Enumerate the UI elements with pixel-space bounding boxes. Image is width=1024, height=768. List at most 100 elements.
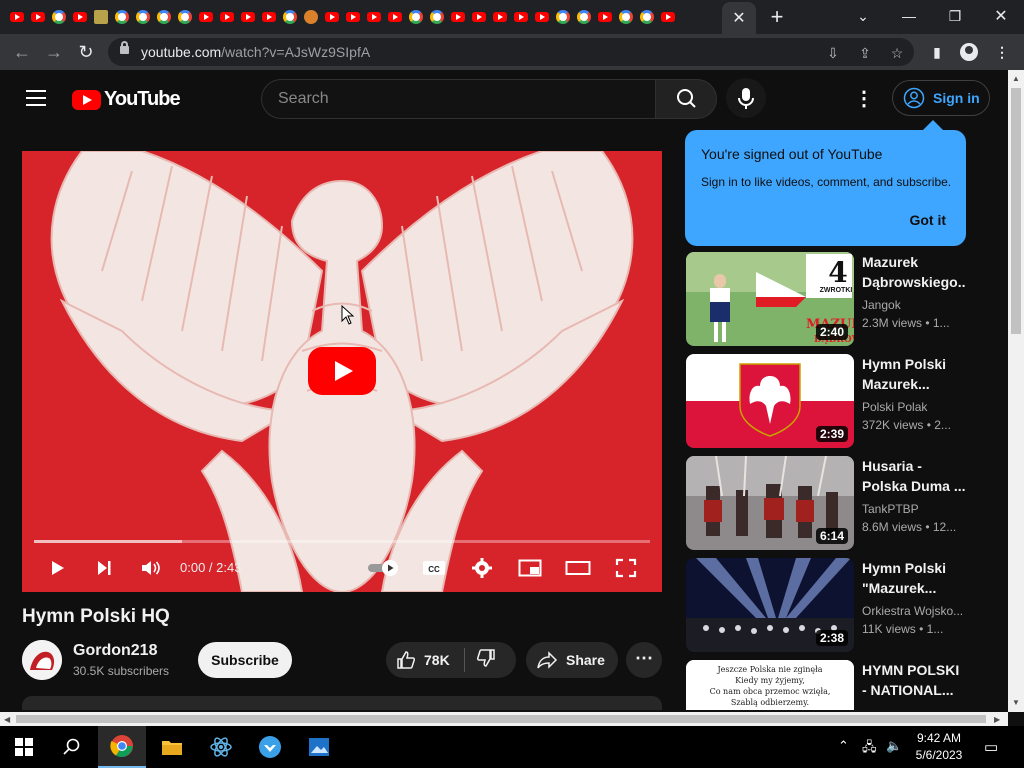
minimize-button[interactable]: — [886, 2, 932, 30]
close-tab-icon[interactable]: ✕ [732, 8, 745, 28]
lock-icon[interactable] [120, 41, 129, 54]
related-video-item[interactable]: Jeszcze Polska nie zginęła Kiedy my żyje… [686, 660, 976, 710]
install-app-icon[interactable]: ⇩ [824, 44, 842, 62]
more-actions-button[interactable]: ⋯ [626, 642, 662, 678]
search-button[interactable] [655, 79, 717, 119]
chrome-taskbar-app[interactable] [98, 726, 146, 768]
description-box[interactable] [22, 696, 662, 710]
fullscreen-icon[interactable] [611, 553, 641, 583]
back-arrow-icon[interactable]: ← [10, 40, 34, 64]
horizontal-scroll-thumb[interactable] [16, 715, 986, 723]
tab-favicon[interactable] [659, 8, 677, 26]
vertical-scroll-thumb[interactable] [1011, 88, 1021, 334]
bookmark-star-icon[interactable]: ☆ [888, 44, 906, 62]
show-hidden-icons[interactable]: ⌃ [838, 738, 849, 754]
miniplayer-icon[interactable] [515, 553, 545, 583]
settings-menu-icon[interactable]: ⋮ [853, 88, 875, 110]
related-title[interactable]: Husaria - Polska Duma ... [862, 456, 966, 496]
search-taskbar-button[interactable] [48, 726, 96, 768]
reload-icon[interactable]: ↻ [74, 40, 98, 64]
restore-button[interactable]: ❐ [932, 2, 978, 30]
settings-gear-icon[interactable] [467, 553, 497, 583]
profile-icon[interactable] [959, 42, 979, 62]
large-play-button[interactable] [308, 347, 376, 395]
tab-search-icon[interactable]: ⌄ [840, 2, 886, 30]
sign-in-button[interactable]: Sign in [892, 80, 990, 116]
search-input[interactable] [262, 80, 655, 118]
share-page-icon[interactable]: ⇪ [856, 44, 874, 62]
scroll-up-icon[interactable]: ▲ [1012, 74, 1020, 83]
voice-search-button[interactable] [726, 78, 766, 118]
play-icon[interactable] [42, 553, 72, 583]
atom-taskbar-app[interactable] [197, 726, 245, 768]
guide-menu-icon[interactable] [26, 90, 46, 106]
tab-favicon[interactable] [449, 8, 467, 26]
theater-mode-icon[interactable] [563, 553, 593, 583]
share-button[interactable]: Share [526, 642, 618, 678]
tab-favicon[interactable] [218, 8, 236, 26]
tab-favicon[interactable] [50, 8, 68, 26]
tab-favicon[interactable] [638, 8, 656, 26]
tab-favicon[interactable] [617, 8, 635, 26]
tab-favicon[interactable] [512, 8, 530, 26]
related-channel[interactable]: Polski Polak [862, 400, 927, 414]
youtube-logo[interactable]: YouTube [72, 88, 181, 111]
tab-favicon[interactable] [386, 8, 404, 26]
related-channel[interactable]: Orkiestra Wojsko... [862, 604, 963, 618]
tab-favicon[interactable] [29, 8, 47, 26]
tab-favicon[interactable] [365, 8, 383, 26]
new-tab-button[interactable]: + [764, 4, 790, 30]
volume-tray-icon[interactable]: 🔈 [886, 738, 902, 754]
tab-favicon[interactable] [344, 8, 362, 26]
subscribe-button[interactable]: Subscribe [198, 642, 292, 678]
tab-favicon[interactable] [596, 8, 614, 26]
related-title[interactable]: Mazurek Dąbrowskiego... [862, 252, 966, 292]
notifications-icon[interactable]: ▭ [984, 738, 998, 756]
tab-favicon[interactable] [323, 8, 341, 26]
network-icon[interactable]: 🖧 [862, 738, 877, 760]
related-channel[interactable]: Jangok [862, 298, 901, 312]
tab-favicon[interactable] [260, 8, 278, 26]
tab-list[interactable] [8, 8, 677, 26]
related-video-item[interactable]: 2:39 Hymn Polski Mazurek... Polski Polak… [686, 354, 976, 448]
got-it-button[interactable]: Got it [909, 212, 946, 228]
tab-favicon[interactable] [134, 8, 152, 26]
video-thumbnail[interactable]: 2:38 [686, 558, 854, 652]
scroll-right-icon[interactable]: ▶ [994, 715, 1000, 724]
forward-arrow-icon[interactable]: → [42, 40, 66, 64]
dislike-button[interactable] [476, 648, 500, 672]
channel-avatar[interactable] [22, 640, 62, 680]
tab-favicon[interactable] [8, 8, 26, 26]
video-thumbnail[interactable]: Jeszcze Polska nie zginęła Kiedy my żyje… [686, 660, 854, 710]
captions-icon[interactable]: CC [419, 553, 449, 583]
tab-favicon[interactable] [113, 8, 131, 26]
progress-bar[interactable] [34, 540, 650, 543]
tab-favicon[interactable] [302, 8, 320, 26]
video-thumbnail[interactable]: 4 ZWROTKI MAZUREK DĄBROWS 2:40 [686, 252, 854, 346]
related-video-item[interactable]: 2:38 Hymn Polski "Mazurek... Orkiestra W… [686, 558, 976, 652]
video-thumbnail[interactable]: 2:39 [686, 354, 854, 448]
tab-favicon[interactable] [281, 8, 299, 26]
side-panel-icon[interactable]: ▮ [927, 42, 947, 62]
tab-favicon[interactable] [533, 8, 551, 26]
video-player[interactable]: 0:00 / 2:43 CC [22, 151, 662, 592]
autoplay-toggle[interactable] [366, 553, 402, 583]
tab-favicon[interactable] [71, 8, 89, 26]
related-title[interactable]: HYMN POLSKI - NATIONAL... [862, 660, 966, 700]
tab-favicon[interactable] [155, 8, 173, 26]
tab-favicon[interactable] [470, 8, 488, 26]
address-bar[interactable]: youtube.com/watch?v=AJsWz9SIpfA ⇩ ⇪ ☆ [108, 38, 914, 66]
tab-favicon[interactable] [428, 8, 446, 26]
start-button[interactable] [0, 726, 48, 768]
related-video-item[interactable]: 4 ZWROTKI MAZUREK DĄBROWS 2:40 Mazurek D… [686, 252, 976, 346]
channel-name[interactable]: Gordon218 [73, 642, 157, 660]
active-tab[interactable]: ✕ [722, 2, 756, 34]
scroll-left-icon[interactable]: ◀ [4, 715, 10, 724]
horizontal-scrollbar[interactable]: ◀ ▶ [0, 712, 1008, 726]
tab-favicon[interactable] [575, 8, 593, 26]
related-video-item[interactable]: 6:14 Husaria - Polska Duma ... TankPTBP … [686, 456, 976, 550]
chrome-menu-icon[interactable]: ⋮ [992, 42, 1012, 62]
tab-favicon[interactable] [92, 8, 110, 26]
next-video-icon[interactable] [89, 553, 119, 583]
related-title[interactable]: Hymn Polski Mazurek... [862, 354, 966, 394]
